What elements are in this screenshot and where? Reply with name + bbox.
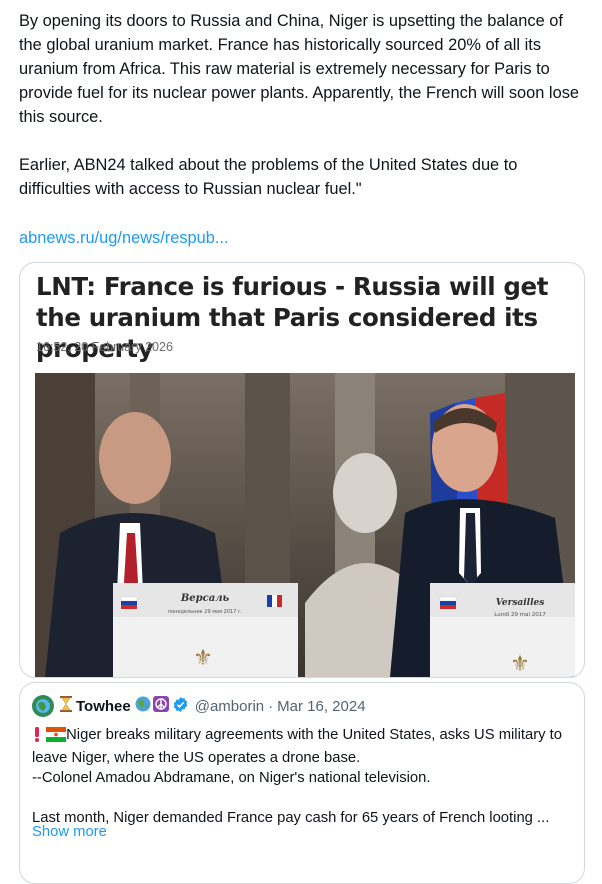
quoted-post-date[interactable]: Mar 16, 2024 <box>277 698 365 715</box>
article-link[interactable]: abnews.ru/ug/news/respub... <box>19 226 229 250</box>
quoted-post-body: Niger breaks military agreements with th… <box>32 725 572 828</box>
post-text: By opening its doors to Russia and China… <box>19 12 580 198</box>
verified-badge-icon <box>172 696 189 717</box>
left-podium-subtitle: понедельник 29 мая 2017 г. <box>168 609 243 615</box>
article-date: 16:52, 20 February 2026 <box>36 340 173 354</box>
quoted-post-header: Towhee @amborin · Mar 16, 2024 <box>32 695 366 717</box>
quoted-author-handle[interactable]: @amborin <box>195 698 264 715</box>
earth-emoji-icon <box>135 696 151 716</box>
left-podium-title: Версаль <box>180 593 230 604</box>
right-podium-title: Versailles <box>496 598 545 608</box>
link-preview-card[interactable]: LNT: France is furious - Russia will get… <box>19 262 585 678</box>
exclamation-icon <box>32 726 42 748</box>
show-more-link[interactable]: Show more <box>32 824 107 840</box>
avatar[interactable] <box>32 695 54 717</box>
svg-text:⚜: ⚜ <box>193 645 213 670</box>
quoted-author-name[interactable]: Towhee <box>76 698 131 715</box>
svg-text:⚜: ⚜ <box>510 651 530 676</box>
hourglass-emoji-icon <box>59 695 73 717</box>
quoted-post-text: Niger breaks military agreements with th… <box>32 727 563 826</box>
peace-emoji-icon <box>152 696 169 716</box>
article-photo: Версаль понедельник 29 мая 2017 г. ⚜ Ver… <box>35 373 575 677</box>
quoted-post-card[interactable]: Towhee @amborin · Mar 16, 2024 Niger bre… <box>19 682 585 884</box>
right-podium-subtitle: Lundi 29 mai 2017 <box>494 612 546 618</box>
niger-flag-icon <box>46 727 67 748</box>
